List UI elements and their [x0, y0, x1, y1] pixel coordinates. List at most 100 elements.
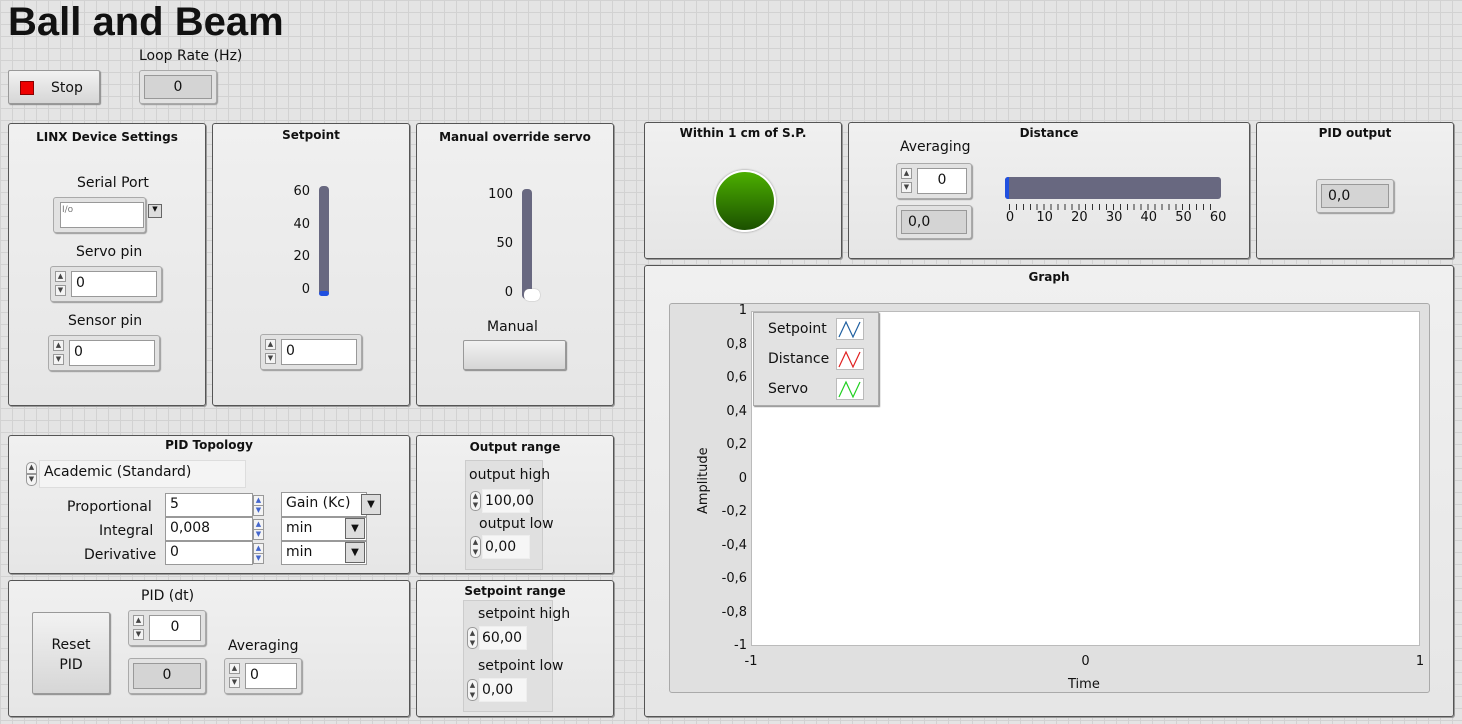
decrement-button[interactable]: ▼ — [55, 285, 66, 296]
output-low-spinner[interactable]: ▲ ▼ — [470, 536, 481, 558]
pid-output-panel: PID output 0,0 — [1256, 122, 1454, 259]
setpoint-control: ▲ ▼ 0 — [260, 334, 362, 370]
proportional-unit-select[interactable]: Gain (Kc) — [281, 492, 367, 517]
chevron-down-icon[interactable]: ▼ — [345, 542, 365, 563]
decrement-button[interactable]: ▼ — [53, 354, 64, 365]
integral-input[interactable]: 0,008 — [165, 517, 253, 541]
legend[interactable]: Setpoint Distance Servo — [753, 312, 879, 406]
chevron-down-icon[interactable]: ▼ — [361, 494, 381, 515]
tick-label: 20 — [293, 249, 310, 264]
derivative-input[interactable]: 0 — [165, 541, 253, 565]
decrement-button[interactable]: ▼ — [901, 182, 912, 193]
x-tick-label: 1 — [1415, 654, 1425, 669]
manual-servo-slider[interactable] — [522, 189, 540, 301]
legend-item[interactable]: Servo — [754, 373, 878, 403]
legend-plot-icon — [836, 318, 864, 340]
setpoint-panel: Setpoint 60 40 20 0 ▲ ▼ 0 — [212, 123, 410, 406]
linx-panel: LINX Device Settings Serial Port I/o ▼ S… — [8, 123, 206, 406]
distance-bar — [1005, 177, 1221, 199]
stop-button[interactable]: Stop — [8, 70, 100, 104]
setpoint-low-input[interactable]: 0,00 — [479, 678, 527, 702]
legend-label: Setpoint — [768, 321, 827, 337]
panel-title: Manual override servo — [439, 130, 591, 144]
setpoint-low-spinner[interactable]: ▲ ▼ — [467, 679, 478, 701]
proportional-input[interactable]: 5 — [165, 493, 253, 517]
pid-dt-input[interactable]: 0 — [149, 615, 201, 641]
integral-label: Integral — [99, 523, 154, 539]
manual-button[interactable] — [463, 340, 566, 370]
increment-button[interactable]: ▲ — [133, 615, 144, 626]
output-high-spinner[interactable]: ▲ ▼ — [470, 491, 481, 511]
decrement-button[interactable]: ▼ — [253, 505, 264, 516]
x-axis-label: Time — [1068, 677, 1100, 692]
legend-label: Servo — [768, 381, 809, 397]
tick-label: 60 — [293, 184, 310, 199]
slider-thumb[interactable] — [524, 289, 540, 301]
legend-label: Distance — [768, 351, 830, 367]
tick-label: 60 — [1209, 210, 1227, 225]
manual-override-panel: Manual override servo 100 50 0 Manual — [416, 123, 614, 406]
increment-button[interactable]: ▲ — [53, 340, 64, 351]
pid-averaging-input[interactable]: 0 — [245, 663, 297, 689]
output-high-input[interactable]: 100,00 — [482, 489, 534, 513]
setpoint-range-panel: Setpoint range setpoint high ▲ ▼ 60,00 se… — [416, 580, 614, 717]
tick-label: 0 — [504, 285, 513, 300]
page-title: Ball and Beam — [8, 0, 284, 44]
legend-item[interactable]: Distance — [754, 343, 878, 373]
pid-dt-panel: Reset PID PID (dt) ▲ ▼ 0 0 Averaging ▲ ▼ 0 — [8, 580, 410, 717]
distance-bar-fill — [1005, 177, 1009, 199]
within-led — [714, 170, 776, 232]
decrement-button[interactable]: ▼ — [133, 629, 144, 640]
decrement-button[interactable]: ▼ — [253, 529, 264, 540]
y-tick-label: 0,6 — [726, 370, 747, 385]
setpoint-high-spinner[interactable]: ▲ ▼ — [467, 627, 478, 649]
pid-averaging-control: ▲ ▼ 0 — [224, 658, 302, 694]
pid-dt-indicator: 0 — [133, 663, 201, 689]
averaging-label: Averaging — [228, 638, 299, 654]
setpoint-high-input[interactable]: 60,00 — [479, 626, 527, 650]
increment-button[interactable]: ▲ — [55, 271, 66, 282]
decrement-button[interactable]: ▼ — [265, 353, 276, 364]
pid-dt-indicator-frame: 0 — [128, 658, 206, 694]
topology-ring-up[interactable]: ▲ — [26, 462, 37, 474]
increment-button[interactable]: ▲ — [229, 663, 240, 674]
serial-port-frame: I/o ▼ — [53, 197, 162, 233]
x-tick-label: -1 — [744, 654, 758, 669]
legend-item[interactable]: Setpoint — [754, 313, 878, 343]
distance-indicator-frame: 0,0 — [896, 205, 972, 239]
panel-title: PID Topology — [165, 438, 253, 452]
within-panel: Within 1 cm of S.P. — [644, 122, 842, 259]
increment-button[interactable]: ▲ — [265, 339, 276, 350]
tick-label: 20 — [1071, 210, 1088, 225]
sensor-pin-label: Sensor pin — [68, 313, 143, 329]
decrement-button[interactable]: ▼ — [229, 677, 240, 688]
pid-output-frame: 0,0 — [1316, 179, 1394, 213]
output-low-input[interactable]: 0,00 — [482, 535, 530, 559]
tick-label: 30 — [1105, 210, 1123, 225]
setpoint-slider[interactable] — [319, 186, 329, 296]
chevron-down-icon[interactable]: ▼ — [148, 204, 162, 218]
y-tick-label: -1 — [734, 638, 747, 653]
setpoint-low-label: setpoint low — [478, 658, 564, 674]
setpoint-input[interactable]: 0 — [281, 339, 357, 365]
panel-title: Output range — [469, 440, 561, 454]
y-tick-label: -0,2 — [721, 504, 747, 519]
distance-averaging-input[interactable]: 0 — [917, 168, 967, 194]
sensor-pin-input[interactable]: 0 — [69, 340, 155, 366]
chevron-down-icon[interactable]: ▼ — [345, 518, 365, 539]
tick-label: 40 — [293, 217, 310, 232]
y-tick-label: 0,4 — [726, 403, 747, 419]
topology-select[interactable]: Academic (Standard) — [39, 460, 246, 488]
servo-pin-control: ▲ ▼ 0 — [50, 266, 162, 302]
legend-plot-icon — [836, 348, 864, 370]
y-tick-label: -0,6 — [721, 571, 747, 586]
topology-ring-down[interactable]: ▼ — [26, 474, 37, 486]
tick-label: 100 — [488, 187, 513, 202]
increment-button[interactable]: ▲ — [901, 168, 912, 179]
tick-label: 0 — [301, 282, 310, 297]
output-high-label: output high — [469, 467, 551, 483]
decrement-button[interactable]: ▼ — [253, 553, 264, 564]
pid-topology-panel: PID Topology ▲ ▼ Academic (Standard) Pro… — [8, 435, 410, 574]
servo-pin-input[interactable]: 0 — [71, 271, 157, 297]
reset-pid-button[interactable]: Reset PID — [32, 612, 110, 694]
